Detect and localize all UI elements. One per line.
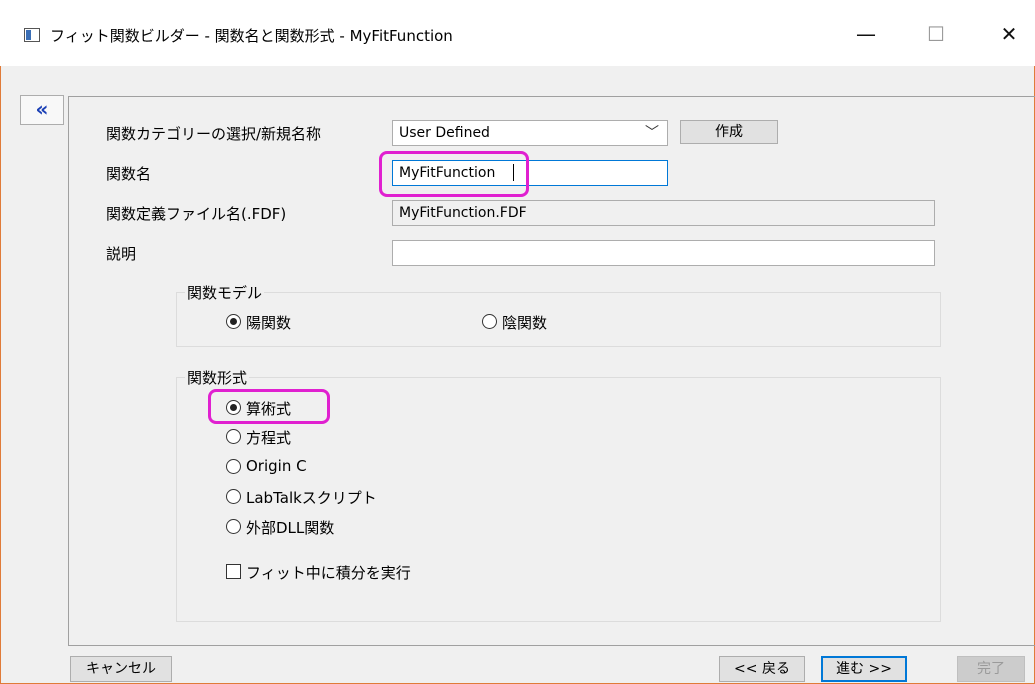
radio-implicit[interactable] xyxy=(482,314,497,329)
radio-labtalk-label[interactable]: LabTalkスクリプト xyxy=(246,487,377,508)
back-button[interactable]: << 戻る xyxy=(719,656,805,682)
highlight-function-name xyxy=(379,151,529,197)
sidebar-toggle-button[interactable]: « xyxy=(20,95,64,125)
radio-external-dll-label[interactable]: 外部DLL関数 xyxy=(246,517,334,538)
radio-equation[interactable] xyxy=(226,429,241,444)
radio-explicit[interactable] xyxy=(226,314,241,329)
cancel-button[interactable]: キャンセル xyxy=(70,656,172,682)
fdf-label: 関数定義ファイル名(.FDF) xyxy=(106,205,287,223)
close-button[interactable]: ✕ xyxy=(986,18,1032,50)
radio-equation-label[interactable]: 方程式 xyxy=(246,427,291,448)
finish-button[interactable]: 完了 xyxy=(957,656,1025,682)
window-title: フィット関数ビルダー - 関数名と関数形式 - MyFitFunction xyxy=(50,27,453,45)
category-select-value: User Defined xyxy=(399,125,490,141)
highlight-arithmetic xyxy=(208,389,330,424)
fdf-value: MyFitFunction.FDF xyxy=(399,205,527,221)
function-name-label: 関数名 xyxy=(106,165,152,183)
fdf-field: MyFitFunction.FDF xyxy=(392,200,935,226)
radio-explicit-label[interactable]: 陽関数 xyxy=(246,312,291,333)
integrate-checkbox-label[interactable]: フィット中に積分を実行 xyxy=(246,562,411,583)
next-button[interactable]: 進む >> xyxy=(821,656,907,682)
function-model-title: 関数モデル xyxy=(185,282,265,303)
radio-implicit-label[interactable]: 陰関数 xyxy=(502,312,547,333)
description-label: 説明 xyxy=(106,245,137,263)
chevron-down-icon: ﹀ xyxy=(645,125,659,141)
radio-origin-c[interactable] xyxy=(226,459,241,474)
app-icon xyxy=(24,28,40,42)
radio-external-dll[interactable] xyxy=(226,519,241,534)
double-chevron-left-icon: « xyxy=(35,97,49,121)
radio-origin-c-label[interactable]: Origin C xyxy=(246,457,307,475)
radio-labtalk[interactable] xyxy=(226,489,241,504)
maximize-button[interactable]: ☐ xyxy=(913,18,959,50)
integrate-checkbox[interactable] xyxy=(226,564,241,579)
minimize-button[interactable]: — xyxy=(843,18,889,50)
category-label: 関数カテゴリーの選択/新規名称 xyxy=(106,125,322,143)
function-form-title: 関数形式 xyxy=(185,367,250,388)
title-bar: フィット関数ビルダー - 関数名と関数形式 - MyFitFunction — … xyxy=(0,0,1035,66)
description-input[interactable] xyxy=(392,240,935,266)
category-select[interactable]: User Defined ﹀ xyxy=(392,120,668,146)
create-button[interactable]: 作成 xyxy=(680,120,778,144)
